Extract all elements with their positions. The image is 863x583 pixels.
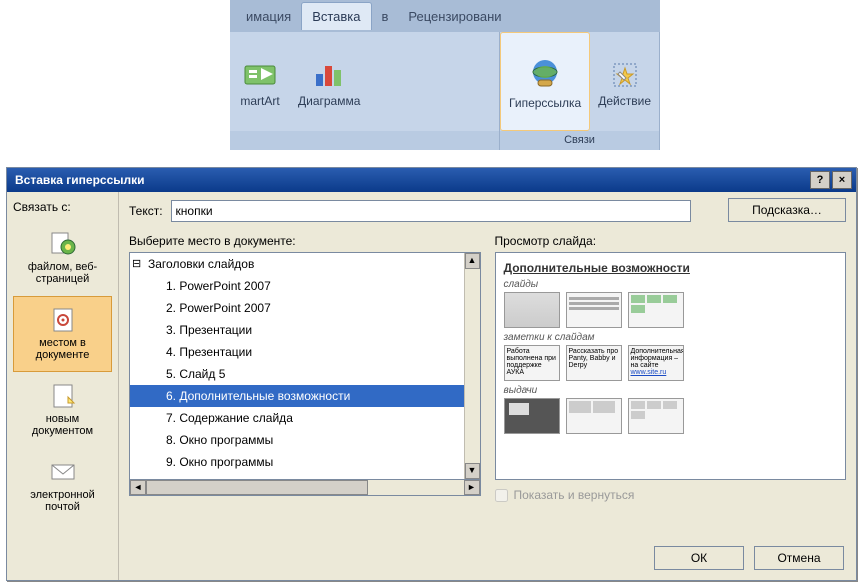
preview-thumb bbox=[504, 292, 560, 328]
insert-hyperlink-dialog: Вставка гиперссылки ? × Связать с: файло… bbox=[6, 167, 857, 581]
hscroll-thumb[interactable] bbox=[146, 480, 368, 495]
side-item-place-in-doc[interactable]: местом в документе bbox=[13, 296, 112, 372]
scroll-up-icon[interactable]: ▲ bbox=[465, 253, 480, 269]
ribbon-fragment: имация Вставка в Рецензировани martArt Д… bbox=[230, 0, 660, 150]
screentip-button[interactable]: Подсказка… bbox=[728, 198, 846, 222]
tree-item[interactable]: 10. Окно программы bbox=[130, 473, 464, 479]
chart-icon bbox=[312, 60, 346, 90]
group-label-links: Связи bbox=[500, 131, 659, 150]
preview-handout-thumb bbox=[504, 398, 560, 434]
preview-section-slides: слайды bbox=[504, 279, 838, 290]
ok-button[interactable]: ОК bbox=[654, 546, 744, 570]
help-button[interactable]: ? bbox=[810, 171, 830, 189]
side-item-file-web[interactable]: файлом, веб-страницей bbox=[13, 220, 112, 296]
tree-item[interactable]: 5. Слайд 5 bbox=[130, 363, 464, 385]
ribbon-tab-insert[interactable]: Вставка bbox=[301, 2, 371, 30]
group-label-illustrations bbox=[230, 131, 499, 150]
file-web-icon bbox=[48, 231, 78, 257]
tree-item[interactable]: 8. Окно программы bbox=[130, 429, 464, 451]
ribbon-group-illustrations: martArt Диаграмма bbox=[230, 32, 500, 150]
tree-item[interactable]: 7. Содержание слайда bbox=[130, 407, 464, 429]
preview-handout-thumb bbox=[628, 398, 684, 434]
smartart-label: martArt bbox=[240, 94, 279, 108]
preview-thumb bbox=[566, 292, 622, 328]
preview-link: www.site.ru bbox=[631, 369, 667, 376]
scroll-right-icon[interactable]: ► bbox=[464, 480, 480, 495]
text-to-display-input[interactable] bbox=[171, 200, 691, 222]
tree-hscrollbar[interactable]: ◄ ► bbox=[129, 480, 481, 496]
show-and-return-label: Показать и вернуться bbox=[514, 488, 635, 502]
preview-section-handouts: выдачи bbox=[504, 385, 838, 396]
close-button[interactable]: × bbox=[832, 171, 852, 189]
tree-item[interactable]: 1. PowerPoint 2007 bbox=[130, 275, 464, 297]
side-item-new-doc[interactable]: новым документом bbox=[13, 372, 112, 448]
link-to-sidebar: Связать с: файлом, веб-страницей местом … bbox=[7, 192, 119, 580]
preview-note-thumb: Дополнительная информация – на сайте www… bbox=[628, 345, 684, 381]
tree-item[interactable]: 4. Презентации bbox=[130, 341, 464, 363]
tree-item-selected[interactable]: 6. Дополнительные возможности bbox=[130, 385, 464, 407]
action-star-icon bbox=[608, 60, 642, 90]
scroll-down-icon[interactable]: ▼ bbox=[465, 463, 480, 479]
preview-handout-thumb bbox=[566, 398, 622, 434]
hyperlink-label: Гиперссылка bbox=[509, 96, 581, 110]
globe-link-icon bbox=[528, 58, 562, 92]
tree-root-slide-titles[interactable]: Заголовки слайдов bbox=[130, 253, 464, 275]
ribbon-tab-review[interactable]: Рецензировани bbox=[398, 3, 511, 30]
tree-item[interactable]: 9. Окно программы bbox=[130, 451, 464, 473]
slide-preview-label: Просмотр слайда: bbox=[495, 234, 847, 248]
ribbon-btn-diagram[interactable]: Диаграмма bbox=[290, 32, 368, 131]
action-label: Действие bbox=[598, 94, 651, 108]
text-to-display-label: Текст: bbox=[129, 204, 163, 218]
preview-note-thumb: Работа выполнена при поддержке АУКА bbox=[504, 345, 560, 381]
side-item-email[interactable]: электронной почтой bbox=[13, 448, 112, 524]
show-and-return-checkbox bbox=[495, 489, 508, 502]
ribbon-tab-animation[interactable]: имация bbox=[236, 3, 301, 30]
ribbon-btn-action[interactable]: Действие bbox=[590, 32, 659, 131]
tree-item[interactable]: 2. PowerPoint 2007 bbox=[130, 297, 464, 319]
preview-note-thumb: Рассказать про Panty, Babby и Derpy bbox=[566, 345, 622, 381]
preview-section-notes: заметки к слайдам bbox=[504, 332, 838, 343]
dialog-title: Вставка гиперссылки bbox=[15, 173, 145, 187]
cancel-button[interactable]: Отмена bbox=[754, 546, 844, 570]
document-tree[interactable]: Заголовки слайдов 1. PowerPoint 2007 2. … bbox=[129, 252, 481, 480]
ribbon-btn-smartart[interactable]: martArt bbox=[230, 32, 290, 131]
ribbon-btn-hyperlink[interactable]: Гиперссылка bbox=[500, 32, 590, 131]
select-place-label: Выберите место в документе: bbox=[129, 234, 481, 248]
smartart-icon bbox=[243, 60, 277, 90]
place-in-doc-icon bbox=[48, 307, 78, 333]
link-to-label: Связать с: bbox=[13, 200, 112, 214]
side-place-label: местом в документе bbox=[18, 337, 107, 361]
side-file-label: файлом, веб-страницей bbox=[18, 261, 107, 285]
tree-item[interactable]: 3. Презентации bbox=[130, 319, 464, 341]
diagram-label: Диаграмма bbox=[298, 94, 360, 108]
side-email-label: электронной почтой bbox=[18, 489, 107, 513]
new-doc-icon bbox=[48, 383, 78, 409]
ribbon-group-links: Гиперссылка Действие Связи bbox=[500, 32, 660, 150]
tree-vscrollbar[interactable]: ▲ ▼ bbox=[464, 253, 480, 479]
dialog-titlebar: Вставка гиперссылки ? × bbox=[7, 168, 856, 192]
ribbon-tab-v[interactable]: в bbox=[372, 3, 399, 30]
side-newdoc-label: новым документом bbox=[18, 413, 107, 437]
scroll-left-icon[interactable]: ◄ bbox=[130, 480, 146, 495]
preview-slide-title: Дополнительные возможности bbox=[504, 261, 838, 275]
preview-thumb bbox=[628, 292, 684, 328]
email-icon bbox=[48, 459, 78, 485]
slide-preview: Дополнительные возможности слайды заметк… bbox=[495, 252, 847, 480]
